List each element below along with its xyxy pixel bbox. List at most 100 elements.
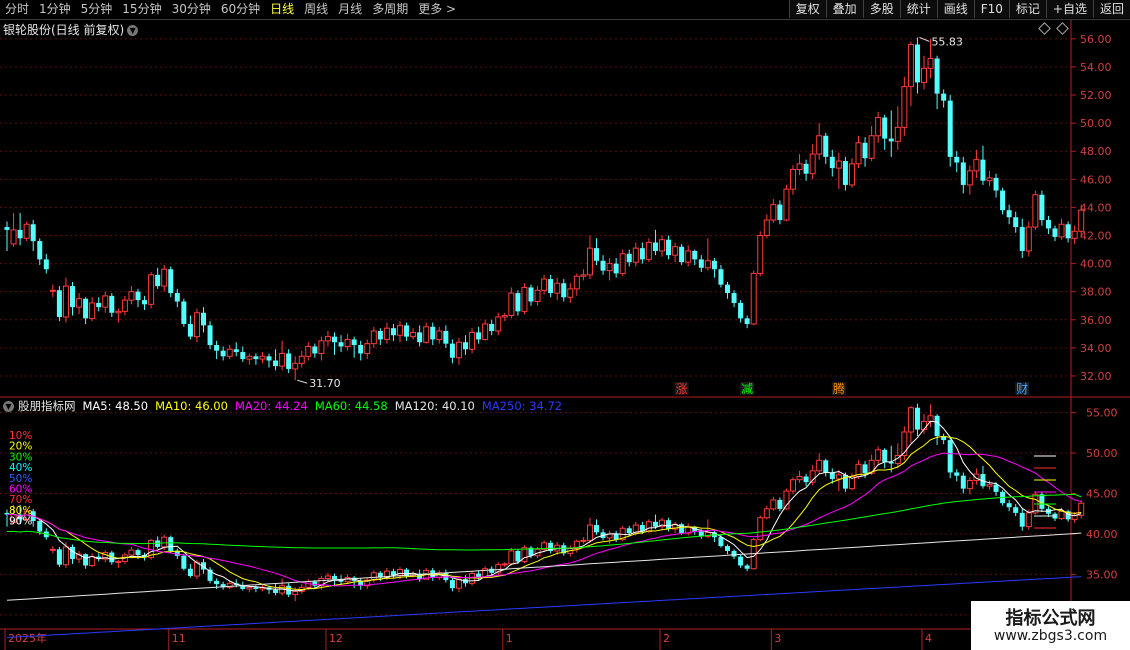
- period-tab[interactable]: 更多 >: [413, 0, 461, 19]
- x-tick-label: 4: [925, 632, 932, 645]
- y-tick-label: 52.00: [1080, 89, 1112, 102]
- candle: [17, 213, 23, 246]
- y-tick-label: 35.00: [1086, 568, 1118, 581]
- candle: [718, 264, 724, 288]
- candle: [829, 149, 835, 177]
- tool-button[interactable]: 复权: [788, 0, 826, 18]
- candle: [286, 349, 292, 374]
- indicator-candle: [816, 453, 823, 475]
- indicator-candle: [803, 474, 809, 487]
- event-marker[interactable]: 财: [1015, 382, 1030, 396]
- indicator-candle: [1078, 499, 1085, 519]
- candle: [377, 328, 383, 346]
- period-tab[interactable]: 1分钟: [34, 0, 76, 19]
- candle: [279, 340, 286, 371]
- candle: [966, 165, 973, 195]
- candle: [240, 346, 246, 362]
- candle: [246, 353, 253, 365]
- indicator-candle: [586, 517, 593, 543]
- tool-button[interactable]: 画线: [936, 0, 974, 18]
- candle: [796, 154, 803, 176]
- tool-button[interactable]: 统计: [899, 0, 937, 18]
- event-marker[interactable]: 涨: [674, 381, 689, 396]
- period-tab[interactable]: 周线: [299, 0, 333, 19]
- indicator-candle: [102, 550, 109, 563]
- event-marker[interactable]: 减: [740, 382, 755, 396]
- period-tab[interactable]: 5分钟: [76, 0, 118, 19]
- candle: [70, 281, 75, 316]
- ma-line-ma250: [6, 576, 1082, 638]
- candle: [226, 345, 233, 360]
- candle: [102, 291, 109, 313]
- candle: [37, 238, 43, 265]
- candle: [476, 326, 482, 344]
- period-tab[interactable]: 30分钟: [167, 0, 216, 19]
- period-tab[interactable]: 多周期: [367, 0, 413, 19]
- candle: [332, 332, 337, 355]
- candle: [659, 235, 665, 257]
- indicator-candle: [907, 406, 914, 444]
- candle: [993, 173, 999, 198]
- indicator-candle: [521, 545, 528, 564]
- period-tab[interactable]: 60分钟: [216, 0, 265, 19]
- candle: [121, 295, 128, 316]
- candle: [763, 214, 770, 239]
- candle: [324, 331, 331, 347]
- indicator-candle: [659, 517, 665, 530]
- candle: [305, 342, 312, 361]
- candle: [423, 322, 430, 344]
- tool-button[interactable]: 叠加: [825, 0, 863, 18]
- tool-button[interactable]: F10: [973, 0, 1009, 18]
- y-tick-label: 36.00: [1080, 314, 1112, 327]
- indicator-candle: [561, 542, 567, 556]
- candle: [128, 286, 135, 305]
- period-tab[interactable]: 日线: [265, 0, 299, 19]
- period-tab[interactable]: 月线: [333, 0, 367, 19]
- indicator-candle: [508, 547, 515, 566]
- site-watermark: 指标公式网 www.zbgs3.com: [971, 601, 1130, 650]
- candle: [273, 349, 279, 371]
- candle: [463, 335, 468, 355]
- indicator-candle: [1006, 499, 1012, 512]
- candle: [698, 255, 704, 273]
- indicator-candle: [901, 426, 908, 461]
- indicator-candle: [495, 562, 502, 576]
- candle: [941, 89, 947, 108]
- tool-button[interactable]: 多股: [862, 0, 900, 18]
- indicator-candle: [954, 469, 960, 482]
- tool-button[interactable]: +自选: [1045, 0, 1093, 18]
- high-pointer: [919, 36, 930, 42]
- candle: [207, 321, 213, 350]
- high-label: 55.83: [931, 35, 963, 48]
- candle: [193, 308, 200, 343]
- y-tick-label: 50.00: [1086, 447, 1118, 460]
- candle: [652, 229, 658, 256]
- indicator-candle: [980, 465, 986, 489]
- candle: [594, 238, 599, 265]
- tool-button[interactable]: 标记: [1008, 0, 1046, 18]
- event-marker[interactable]: 腾: [831, 381, 846, 396]
- candle: [508, 287, 515, 319]
- watermark-url: www.zbgs3.com: [993, 628, 1108, 644]
- indicator-candle: [187, 563, 193, 578]
- stock-chart[interactable]: 32.00 34.00 36.00 38.00 40.00 42.00 44.00 46.00…: [0, 20, 1130, 650]
- candle: [168, 266, 174, 298]
- candle: [292, 356, 299, 381]
- candle: [672, 242, 679, 263]
- candle: [986, 170, 993, 187]
- indicator-candle: [501, 562, 508, 568]
- indicator-candle: [960, 472, 966, 494]
- period-tab[interactable]: 15分钟: [117, 0, 166, 19]
- candle: [580, 269, 587, 281]
- candle: [1025, 221, 1032, 257]
- candle: [528, 284, 534, 306]
- period-tab[interactable]: 分时: [0, 0, 34, 19]
- tool-button[interactable]: 返回: [1092, 0, 1130, 18]
- candle: [436, 326, 443, 344]
- candle: [4, 221, 10, 251]
- indicator-candle: [594, 519, 599, 535]
- y-tick-label: 54.00: [1080, 61, 1112, 74]
- candle: [417, 325, 423, 347]
- indicator-candle: [770, 496, 777, 511]
- candle: [744, 315, 750, 329]
